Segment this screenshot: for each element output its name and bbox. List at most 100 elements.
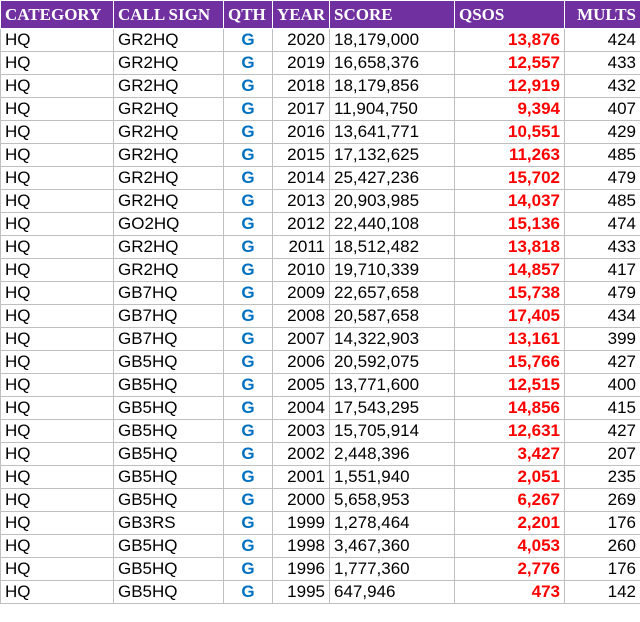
qsos-cell: 15,738 [454, 281, 565, 305]
category-cell: HQ [0, 143, 114, 167]
mults-cell: 207 [564, 442, 640, 466]
year-cell: 2010 [272, 258, 330, 282]
table-row: HQ GR2HQ G 2016 13,641,771 10,551 429 [0, 120, 640, 144]
score-cell: 25,427,236 [329, 166, 455, 190]
qsos-cell: 17,405 [454, 304, 565, 328]
call-sign-cell: GR2HQ [113, 258, 224, 282]
column-header-score: SCORE [329, 0, 455, 29]
mults-cell: 429 [564, 120, 640, 144]
qsos-cell: 14,857 [454, 258, 565, 282]
qsos-cell: 3,427 [454, 442, 565, 466]
year-cell: 2005 [272, 373, 330, 397]
year-cell: 2000 [272, 488, 330, 512]
year-cell: 2011 [272, 235, 330, 259]
year-cell: 2014 [272, 166, 330, 190]
category-cell: HQ [0, 189, 114, 213]
mults-cell: 407 [564, 97, 640, 121]
year-cell: 2020 [272, 28, 330, 52]
column-header-qsos: QSOS [454, 0, 565, 29]
table-row: HQ GR2HQ G 2015 17,132,625 11,263 485 [0, 143, 640, 167]
call-sign-cell: GB5HQ [113, 373, 224, 397]
score-cell: 11,904,750 [329, 97, 455, 121]
category-cell: HQ [0, 442, 114, 466]
qth-cell: G [223, 74, 273, 98]
score-cell: 20,587,658 [329, 304, 455, 328]
year-cell: 2017 [272, 97, 330, 121]
qsos-cell: 15,702 [454, 166, 565, 190]
table-row: HQ GB5HQ G 1996 1,777,360 2,776 176 [0, 557, 640, 581]
mults-cell: 485 [564, 143, 640, 167]
category-cell: HQ [0, 120, 114, 144]
qth-cell: G [223, 373, 273, 397]
year-cell: 2012 [272, 212, 330, 236]
category-cell: HQ [0, 166, 114, 190]
table-row: HQ GB3RS G 1999 1,278,464 2,201 176 [0, 511, 640, 535]
category-cell: HQ [0, 419, 114, 443]
qsos-cell: 2,051 [454, 465, 565, 489]
call-sign-cell: GB5HQ [113, 350, 224, 374]
score-cell: 13,641,771 [329, 120, 455, 144]
mults-cell: 415 [564, 396, 640, 420]
qth-cell: G [223, 419, 273, 443]
call-sign-cell: GR2HQ [113, 235, 224, 259]
column-header-mults: MULTS [564, 0, 640, 29]
qsos-cell: 15,136 [454, 212, 565, 236]
table-body: HQ GR2HQ G 2020 18,179,000 13,876 424 HQ GR2HQ G 2… [0, 28, 640, 604]
qsos-cell: 2,776 [454, 557, 565, 581]
score-cell: 18,179,856 [329, 74, 455, 98]
score-cell: 16,658,376 [329, 51, 455, 75]
table-row: HQ GB5HQ G 2003 15,705,914 12,631 427 [0, 419, 640, 443]
qth-cell: G [223, 51, 273, 75]
qth-cell: G [223, 97, 273, 121]
call-sign-cell: GB5HQ [113, 534, 224, 558]
score-cell: 18,512,482 [329, 235, 455, 259]
qth-cell: G [223, 281, 273, 305]
qth-cell: G [223, 580, 273, 604]
category-cell: HQ [0, 488, 114, 512]
category-cell: HQ [0, 327, 114, 351]
score-cell: 647,946 [329, 580, 455, 604]
table-row: HQ GB5HQ G 2006 20,592,075 15,766 427 [0, 350, 640, 374]
category-cell: HQ [0, 580, 114, 604]
mults-cell: 434 [564, 304, 640, 328]
year-cell: 2007 [272, 327, 330, 351]
mults-cell: 269 [564, 488, 640, 512]
call-sign-cell: GB5HQ [113, 488, 224, 512]
year-cell: 2019 [272, 51, 330, 75]
qth-cell: G [223, 189, 273, 213]
mults-cell: 142 [564, 580, 640, 604]
qsos-cell: 9,394 [454, 97, 565, 121]
table-row: HQ GB5HQ G 1998 3,467,360 4,053 260 [0, 534, 640, 558]
category-cell: HQ [0, 511, 114, 535]
qth-cell: G [223, 212, 273, 236]
call-sign-cell: GB5HQ [113, 396, 224, 420]
call-sign-cell: GR2HQ [113, 166, 224, 190]
year-cell: 1998 [272, 534, 330, 558]
qth-cell: G [223, 534, 273, 558]
qsos-cell: 12,919 [454, 74, 565, 98]
qsos-cell: 12,557 [454, 51, 565, 75]
table-row: HQ GB5HQ G 2000 5,658,953 6,267 269 [0, 488, 640, 512]
mults-cell: 433 [564, 235, 640, 259]
qth-cell: G [223, 120, 273, 144]
category-cell: HQ [0, 28, 114, 52]
table-row: HQ GR2HQ G 2011 18,512,482 13,818 433 [0, 235, 640, 259]
qsos-cell: 13,161 [454, 327, 565, 351]
qsos-cell: 13,818 [454, 235, 565, 259]
mults-cell: 432 [564, 74, 640, 98]
qsos-cell: 2,201 [454, 511, 565, 535]
mults-cell: 427 [564, 419, 640, 443]
call-sign-cell: GB7HQ [113, 281, 224, 305]
qth-cell: G [223, 557, 273, 581]
column-header-year: YEAR [272, 0, 330, 29]
qth-cell: G [223, 396, 273, 420]
call-sign-cell: GB5HQ [113, 465, 224, 489]
mults-cell: 479 [564, 281, 640, 305]
qsos-cell: 4,053 [454, 534, 565, 558]
table-row: HQ GR2HQ G 2014 25,427,236 15,702 479 [0, 166, 640, 190]
year-cell: 2002 [272, 442, 330, 466]
table-row: HQ GO2HQ G 2012 22,440,108 15,136 474 [0, 212, 640, 236]
mults-cell: 176 [564, 511, 640, 535]
call-sign-cell: GB3RS [113, 511, 224, 535]
table-row: HQ GB5HQ G 1995 647,946 473 142 [0, 580, 640, 604]
